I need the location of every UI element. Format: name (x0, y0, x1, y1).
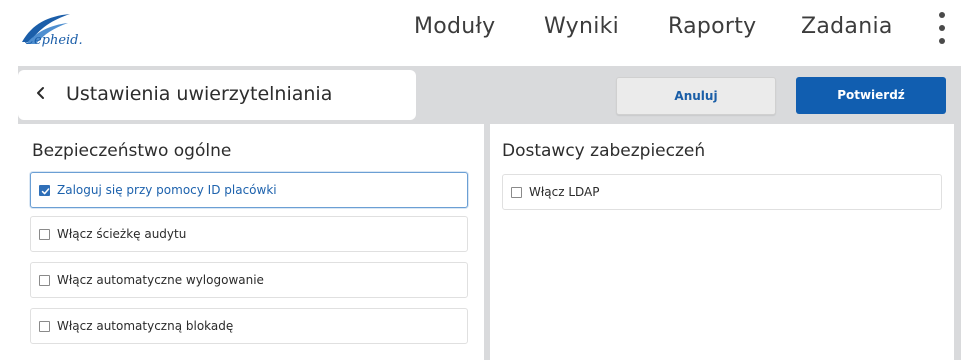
page-header: Ustawienia uwierzytelniania (18, 70, 416, 120)
panel-heading: Bezpieczeństwo ogólne (32, 141, 232, 161)
general-security-panel: Bezpieczeństwo ogólne Zaloguj się przy p… (18, 124, 484, 360)
top-bar: Cepheid. Moduły Wyniki Raporty Zadania (0, 0, 963, 60)
option-label: Zaloguj się przy pomocy ID placówki (57, 183, 277, 197)
checkbox-checked-icon[interactable] (39, 185, 50, 196)
kebab-menu-icon[interactable] (930, 8, 954, 48)
chevron-left-icon[interactable] (28, 82, 54, 108)
option-enable-audit-trail[interactable]: Włącz ścieżkę audytu (30, 216, 468, 252)
option-label: Włącz automatyczną blokadę (57, 319, 234, 333)
nav-item-reports[interactable]: Raporty (668, 14, 757, 39)
nav-item-modules[interactable]: Moduły (414, 14, 495, 39)
cancel-button[interactable]: Anuluj (616, 77, 776, 115)
option-label: Włącz automatyczne wylogowanie (57, 273, 264, 287)
checkbox-icon[interactable] (39, 229, 50, 240)
page-title: Ustawienia uwierzytelniania (66, 83, 333, 105)
option-label: Włącz LDAP (529, 185, 600, 199)
nav-item-results[interactable]: Wyniki (544, 14, 619, 39)
checkbox-icon[interactable] (39, 275, 50, 286)
nav-item-tasks[interactable]: Zadania (801, 14, 893, 39)
option-label: Włącz ścieżkę audytu (57, 227, 187, 241)
option-enable-auto-logout[interactable]: Włącz automatyczne wylogowanie (30, 262, 468, 298)
option-login-with-facility-id[interactable]: Zaloguj się przy pomocy ID placówki (30, 172, 468, 208)
app-window: Cepheid. Moduły Wyniki Raporty Zadania U… (0, 0, 963, 360)
option-enable-auto-lock[interactable]: Włącz automatyczną blokadę (30, 308, 468, 344)
checkbox-icon[interactable] (511, 187, 522, 198)
brand-name: Cepheid. (24, 33, 83, 48)
confirm-button[interactable]: Potwierdź (796, 77, 946, 114)
panel-heading: Dostawcy zabezpieczeń (502, 141, 706, 161)
option-enable-ldap[interactable]: Włącz LDAP (502, 174, 942, 210)
security-providers-panel: Dostawcy zabezpieczeń Włącz LDAP (490, 124, 954, 360)
checkbox-icon[interactable] (39, 321, 50, 332)
